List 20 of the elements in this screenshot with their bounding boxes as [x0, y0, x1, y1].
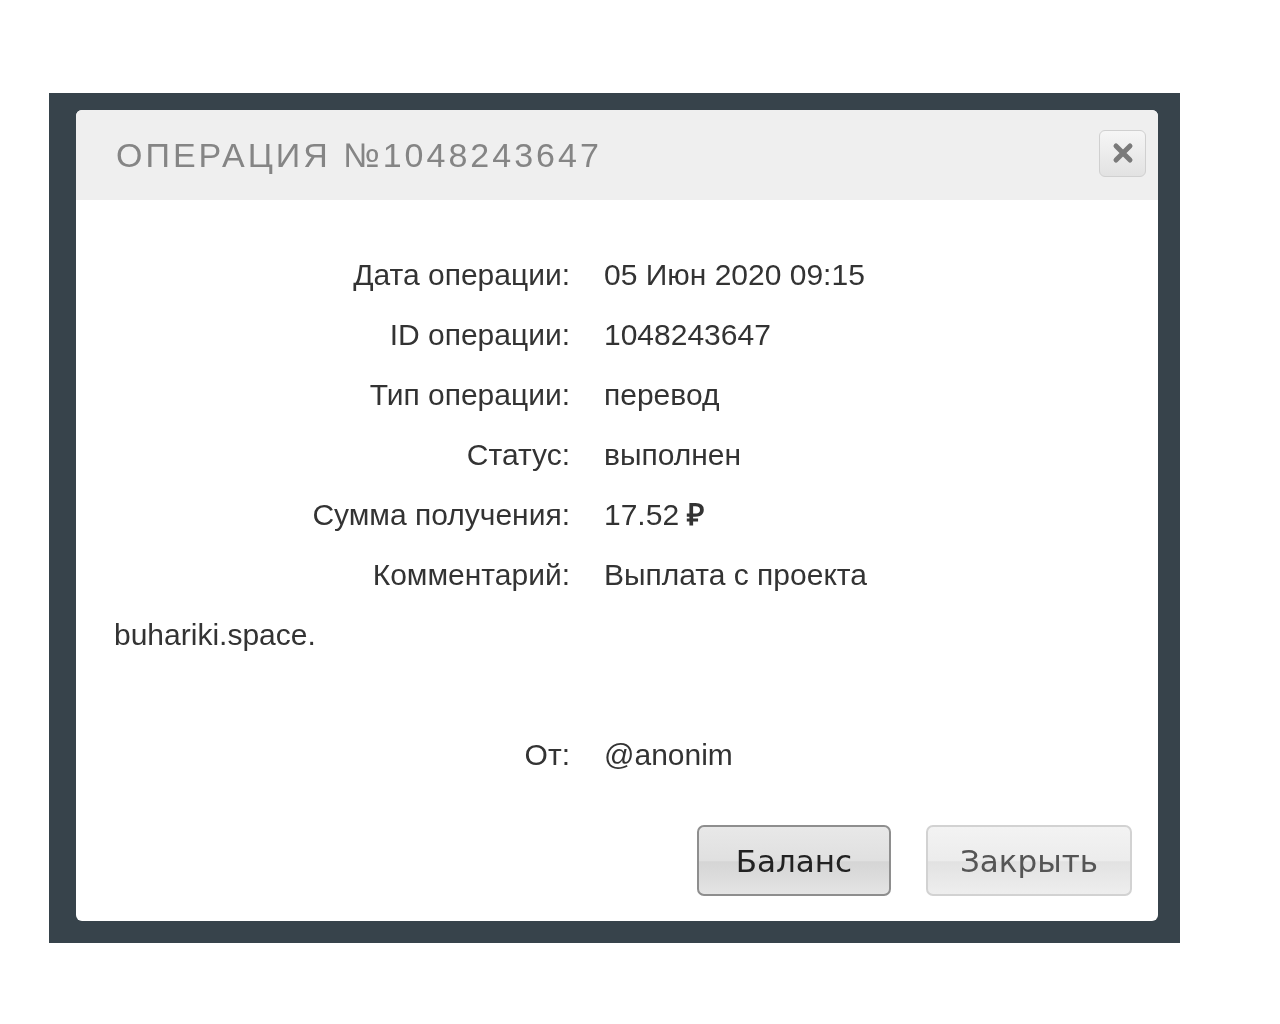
field-value: выполнен [604, 438, 742, 471]
field-value: Выплата с проекта [604, 558, 867, 591]
field-value: buhariki.space. [114, 618, 316, 651]
close-icon [1111, 142, 1134, 164]
field-label: Комментарий: [371, 557, 570, 593]
field-value: @anonim [604, 738, 733, 771]
field-value: 1048243647 [604, 318, 771, 351]
field-label: Дата операции: [352, 257, 570, 293]
field-label: Сумма получения: [311, 497, 570, 533]
field-value: 17.52 ₽ [604, 498, 705, 531]
field-label: От: [523, 737, 570, 773]
field-label: Статус: [465, 437, 570, 473]
field-value: 05 Июн 2020 09:15 [604, 258, 865, 291]
field-label: Тип операции: [368, 377, 570, 413]
close-button[interactable] [1099, 129, 1146, 177]
field-value: перевод [604, 378, 720, 411]
dialog-button[interactable]: Баланс [696, 825, 891, 896]
field-label: ID операции: [388, 317, 570, 353]
dialog-button[interactable]: Закрыть [925, 825, 1132, 896]
dialog-title: ОПЕРАЦИЯ №1048243647 [116, 135, 602, 175]
